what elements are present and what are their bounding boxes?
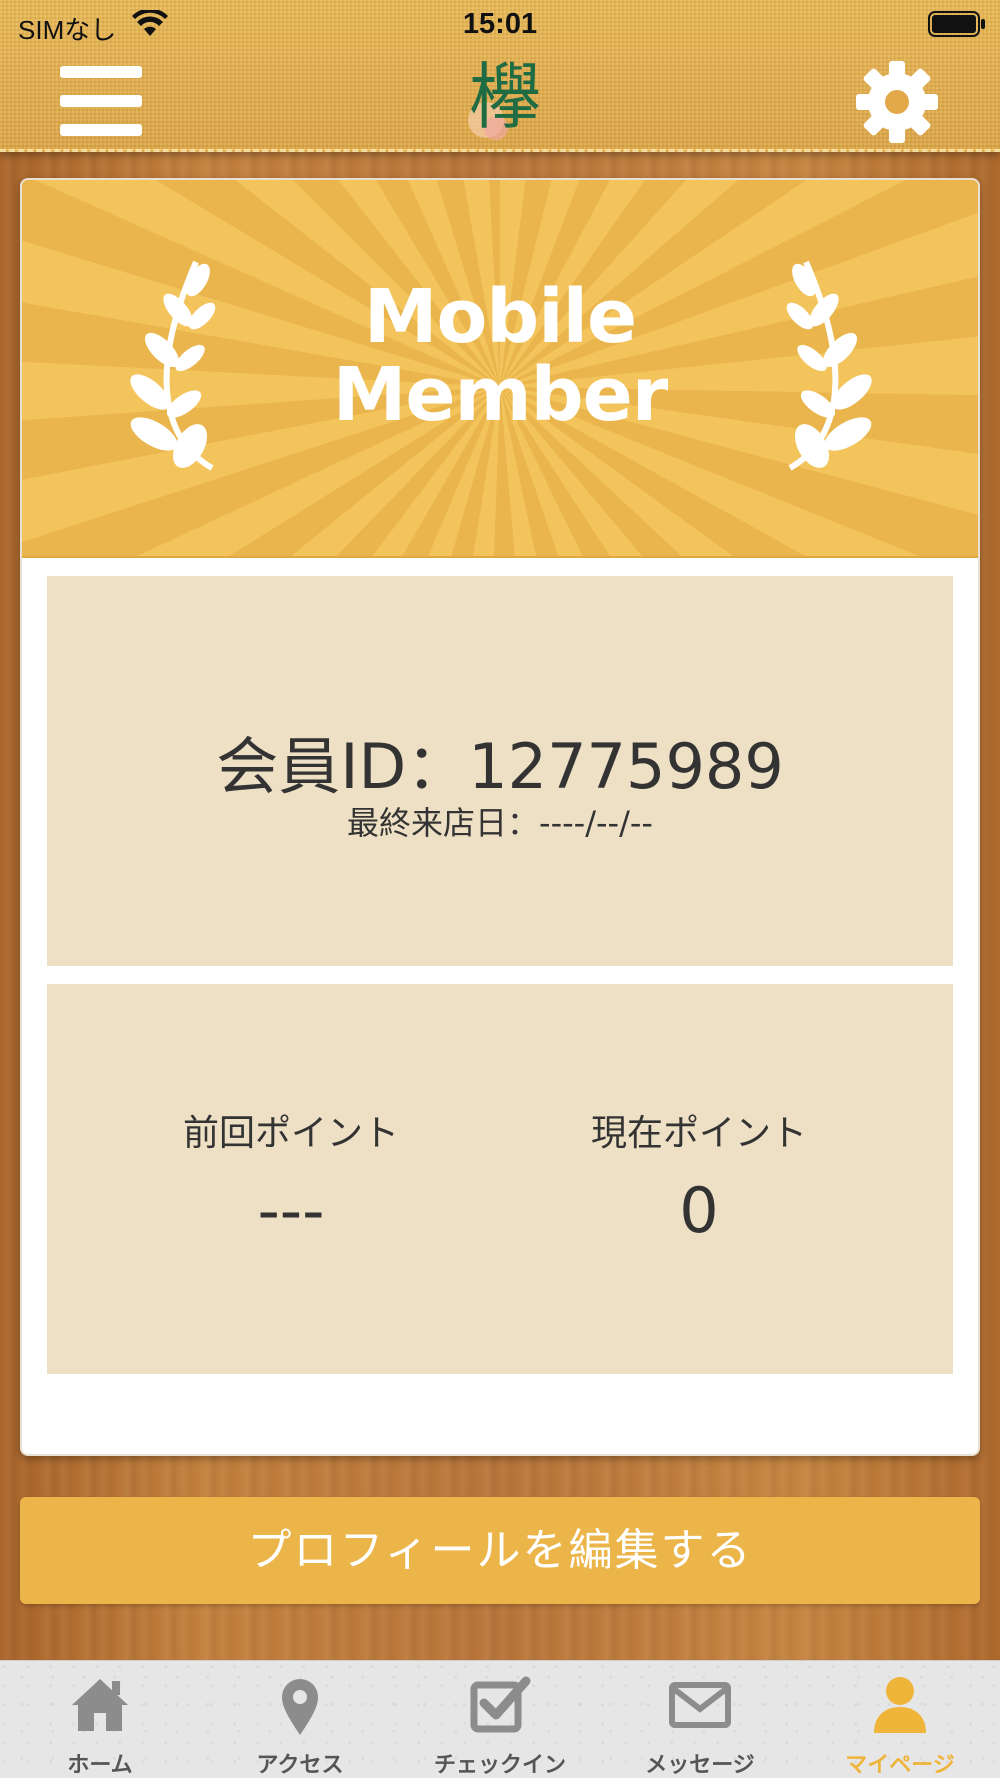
previous-points-value: --- [257, 1174, 325, 1247]
tab-access[interactable]: アクセス [200, 1661, 400, 1778]
keyaki-logo-icon[interactable]: 欅 [460, 52, 550, 144]
status-time: 15:01 [462, 8, 538, 40]
tab-home[interactable]: ホーム [0, 1661, 200, 1778]
svg-text:欅: 欅 [469, 55, 541, 139]
member-banner: Mobile Member [22, 180, 978, 558]
tab-mypage[interactable]: マイページ [800, 1661, 1000, 1778]
tab-mypage-label: マイページ [845, 1753, 955, 1778]
envelope-icon [669, 1682, 731, 1728]
gear-icon[interactable] [855, 60, 939, 144]
home-icon [72, 1679, 128, 1731]
battery-icon [928, 11, 985, 37]
person-icon [874, 1677, 926, 1733]
member-id: 会員ID：12775989 [47, 716, 953, 806]
tab-message-label: メッセージ [645, 1753, 755, 1778]
member-id-value: 12775989 [468, 730, 784, 803]
tab-home-label: ホーム [67, 1753, 133, 1778]
app-header: SIMなし 15:01 欅 [0, 0, 1000, 152]
member-id-panel: 会員ID：12775989 最終来店日：----/--/-- [47, 576, 953, 966]
tab-access-label: アクセス [256, 1753, 344, 1778]
edit-profile-button[interactable]: プロフィールを編集する [20, 1497, 980, 1604]
last-visit-value: ----/--/-- [539, 804, 653, 842]
last-visit-label: 最終来店日： [347, 804, 540, 842]
member-card: Mobile Member 会員ID：12775989 最終来店日：----/-… [20, 178, 980, 1456]
points-panel: 前回ポイント --- 現在ポイント 0 [47, 984, 953, 1374]
tab-checkin-label: チェックイン [433, 1753, 566, 1778]
previous-points: 前回ポイント --- [91, 1104, 491, 1247]
tab-bar: ホーム アクセス チェックイン メッセージ マイページ [0, 1660, 1000, 1778]
location-pin-icon [282, 1679, 318, 1735]
hamburger-menu-icon[interactable] [60, 66, 142, 136]
tab-message[interactable]: メッセージ [600, 1661, 800, 1778]
checkbox-icon [470, 1676, 531, 1733]
member-id-label: 会員ID： [216, 730, 469, 803]
laurel-right-icon [786, 260, 872, 471]
last-visit: 最終来店日：----/--/-- [47, 798, 953, 844]
tab-checkin[interactable]: チェックイン [400, 1661, 600, 1778]
current-points-value: 0 [679, 1174, 719, 1247]
current-points: 現在ポイント 0 [499, 1104, 899, 1247]
current-points-label: 現在ポイント [590, 1113, 807, 1154]
previous-points-label: 前回ポイント [182, 1113, 399, 1154]
